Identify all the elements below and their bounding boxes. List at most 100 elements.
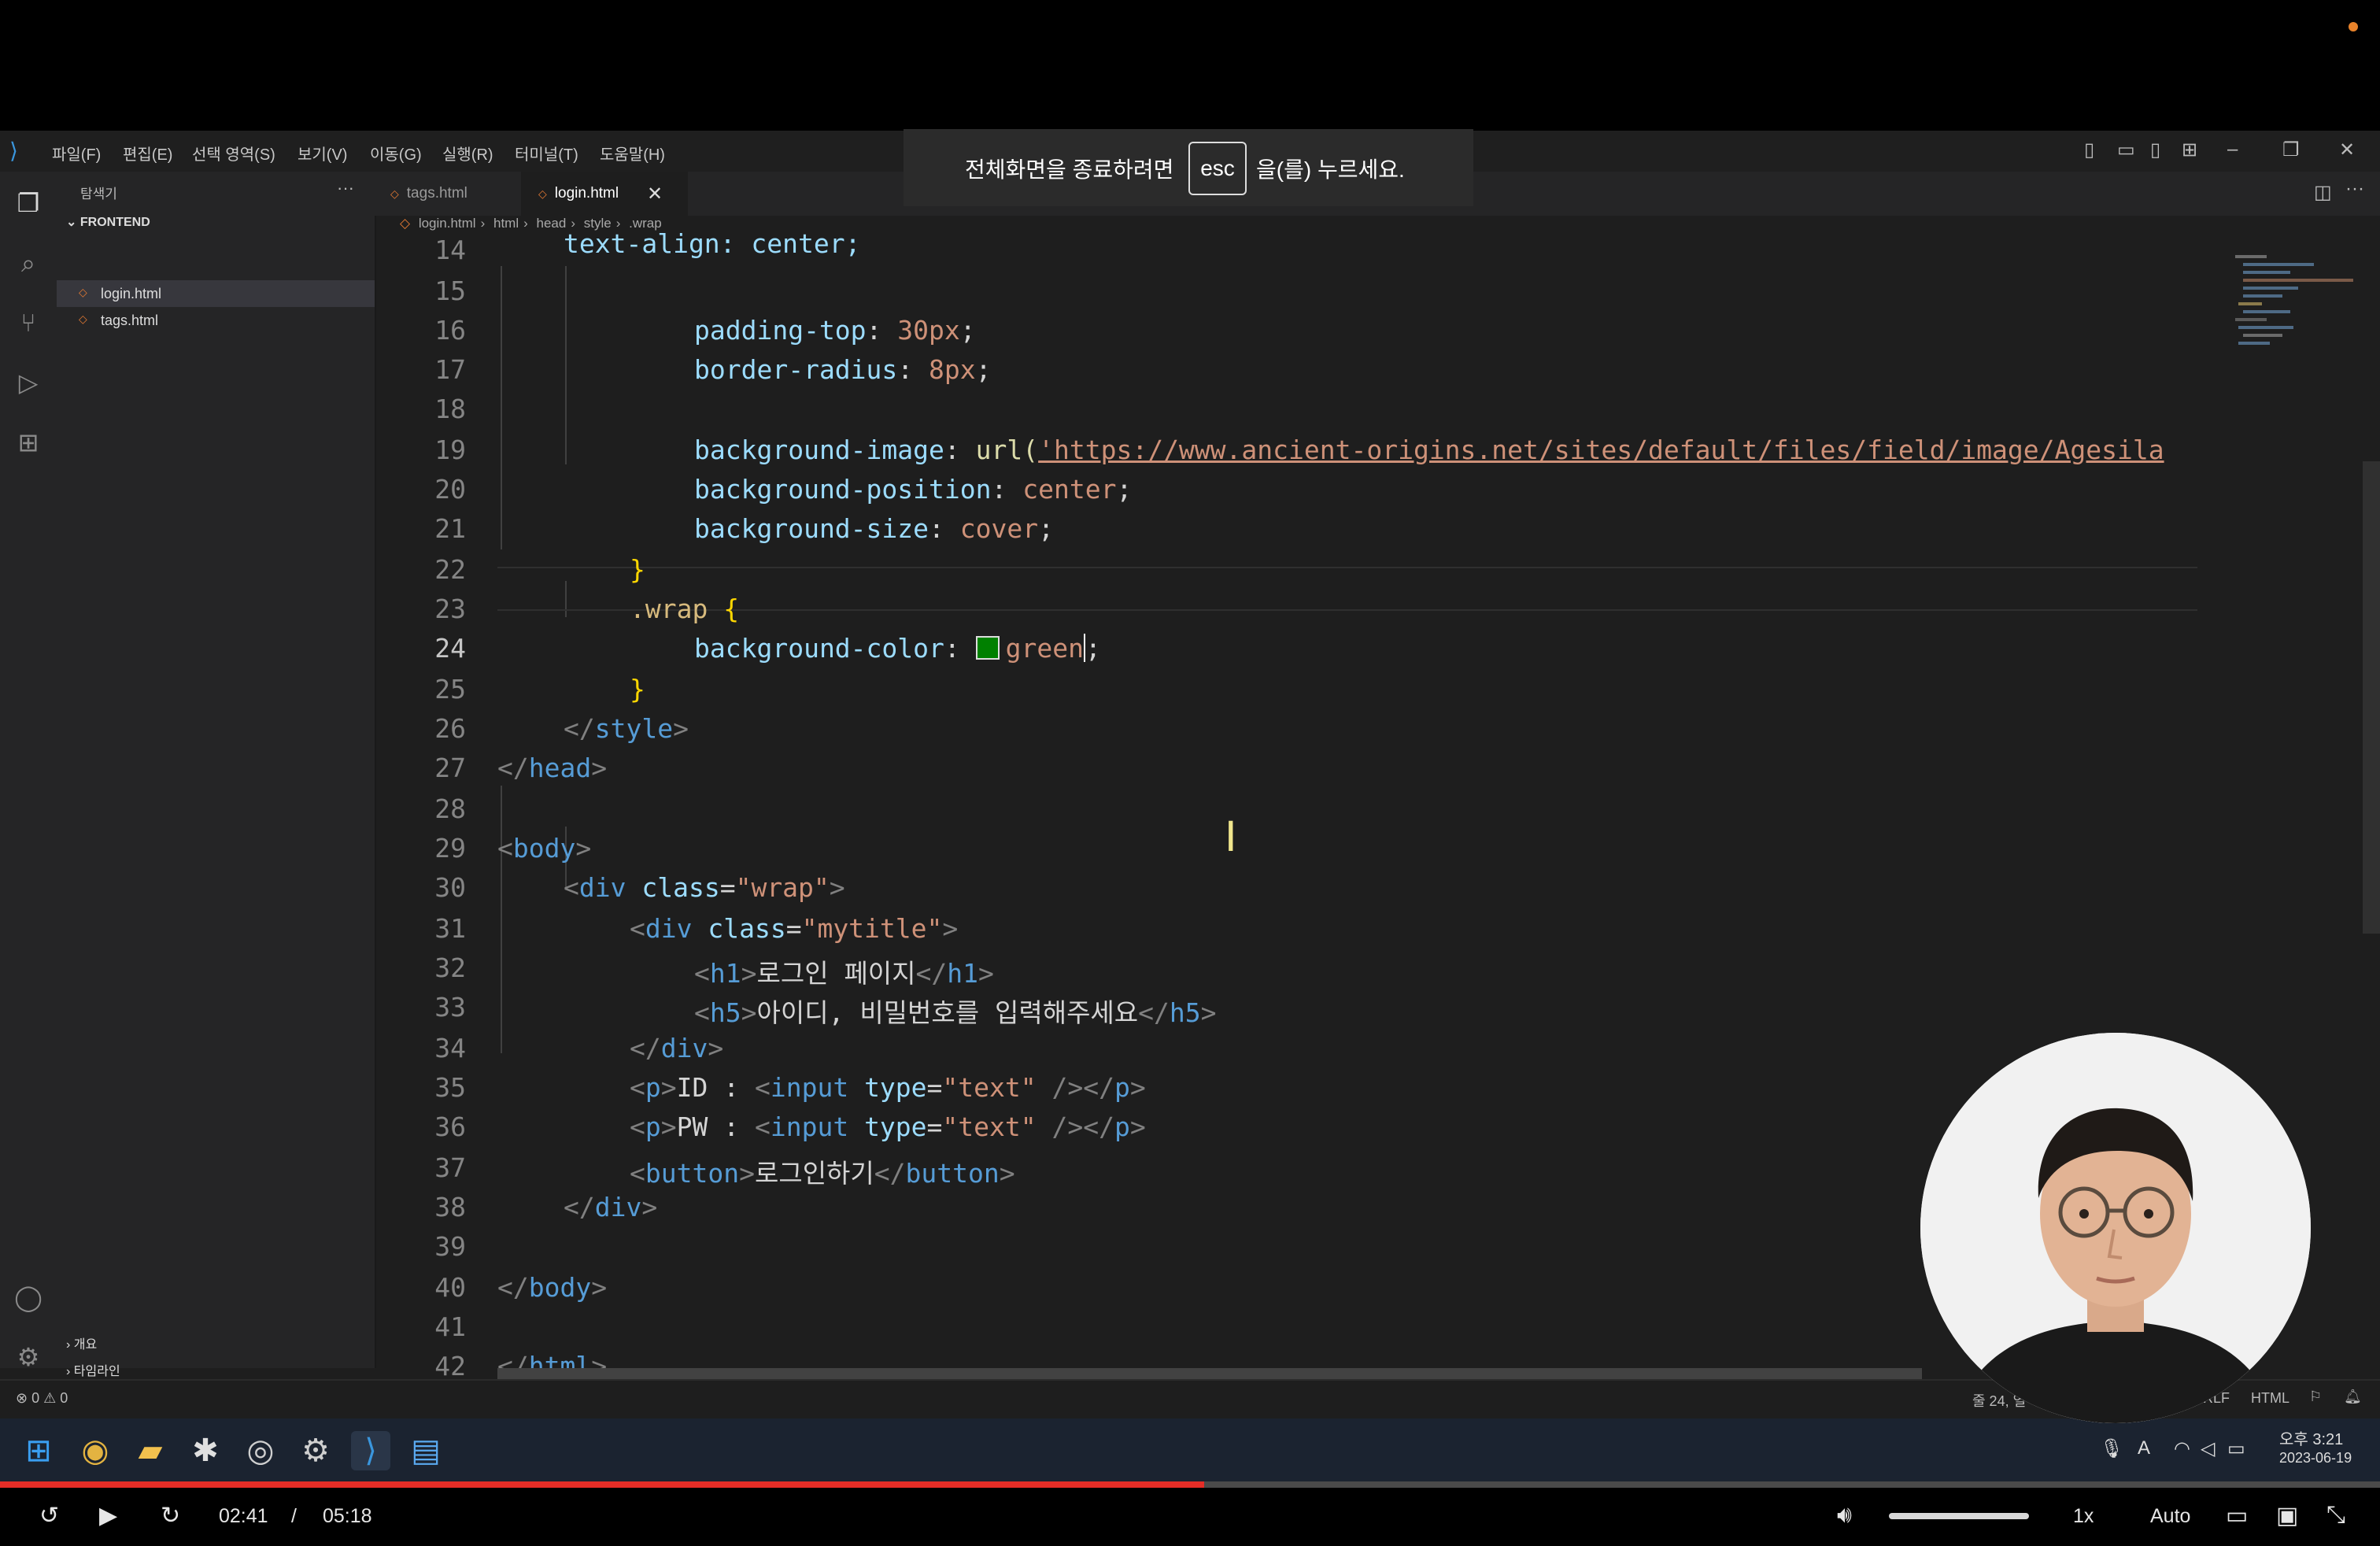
code-token: button <box>645 1158 740 1189</box>
code-token: body <box>528 1272 592 1303</box>
code-line-21: background-size: cover; <box>694 513 1054 544</box>
restore-icon[interactable]: ❐ <box>2282 139 2300 161</box>
line-number: 28 <box>434 793 466 824</box>
more-actions-icon[interactable]: ··· <box>337 178 354 198</box>
file-item-login[interactable]: ◇ login.html <box>57 280 375 307</box>
code-line-29: <body> <box>497 833 592 864</box>
brace: } <box>630 554 645 585</box>
code-line-25: } <box>630 674 645 705</box>
minimap[interactable] <box>2227 249 2361 406</box>
code-token: cover <box>959 513 1039 544</box>
vscode-taskbar-icon[interactable]: ⟩ <box>351 1431 390 1470</box>
menu-edit[interactable]: 편집(E) <box>123 142 172 165</box>
menu-help[interactable]: 도움말(H) <box>600 142 665 165</box>
volume-icon[interactable]: 🔊︎ <box>1837 1502 1852 1529</box>
input-method-icon[interactable]: A <box>2138 1437 2150 1459</box>
menu-view[interactable]: 보기(V) <box>298 142 347 165</box>
tab-tags-html[interactable]: ◇ tags.html <box>390 172 524 216</box>
code-token: div <box>578 872 626 903</box>
breadcrumb-item[interactable]: html <box>493 216 519 231</box>
problems-indicator[interactable]: ⊗ 0 ⚠ 0 <box>16 1390 68 1407</box>
run-debug-icon[interactable]: ▷ <box>13 367 44 398</box>
account-icon[interactable]: ◯ <box>13 1282 44 1313</box>
quality-setting[interactable]: Auto <box>2150 1505 2190 1528</box>
exit-fullscreen-icon[interactable]: ⤡ <box>2326 1502 2345 1529</box>
rewind-10-icon[interactable]: ↺ <box>39 1502 59 1529</box>
code-token: background-position <box>694 474 992 505</box>
line-number: 32 <box>434 952 466 983</box>
slack-icon[interactable]: ✱ <box>186 1431 225 1470</box>
playback-speed[interactable]: 1x <box>2073 1505 2094 1528</box>
clock-date[interactable]: 2023-06-19 <box>2279 1450 2352 1466</box>
language-mode[interactable]: HTML <box>2251 1390 2289 1407</box>
current-time: 02:41 <box>219 1505 268 1527</box>
folder-frontend[interactable]: ⌄ FRONTEND <box>66 214 150 230</box>
menu-go[interactable]: 이동(G) <box>370 142 422 165</box>
close-tab-icon[interactable]: ✕ <box>647 183 663 205</box>
minimize-icon[interactable]: – <box>2227 139 2238 161</box>
url-link[interactable]: 'https://www.ancient-origins.net/sites/d… <box>1038 435 2164 465</box>
split-editor-icon[interactable]: ◫ <box>2314 181 2332 204</box>
timeline-section[interactable]: › 타임라인 <box>66 1360 120 1379</box>
outline-section[interactable]: › 개요 <box>66 1333 97 1352</box>
search-icon[interactable]: ⌕ <box>13 247 44 279</box>
extensions-icon[interactable]: ⊞ <box>13 427 44 458</box>
code-token: h1 <box>947 958 979 989</box>
forward-10-icon[interactable]: ↻ <box>161 1502 180 1529</box>
chrome-icon[interactable]: ◉ <box>76 1431 115 1470</box>
settings-icon[interactable]: ⚙ <box>296 1431 335 1470</box>
file-explorer-icon[interactable]: ▰ <box>131 1431 170 1470</box>
code-line-26: </style> <box>564 713 689 744</box>
play-icon[interactable]: ▶ <box>99 1502 117 1529</box>
explorer-icon[interactable]: ❐ <box>13 187 44 219</box>
source-control-icon[interactable]: ⑂ <box>13 307 44 338</box>
menu-file[interactable]: 파일(F) <box>52 142 101 165</box>
wifi-icon[interactable]: ◠ <box>2174 1437 2190 1460</box>
toggle-sidebar-icon[interactable]: ▯ <box>2084 139 2094 161</box>
code-line-14: text-align: center; <box>564 228 861 259</box>
notifications-bell-icon[interactable]: 🔔︎ <box>2344 1389 2362 1405</box>
code-token: p <box>645 1072 661 1103</box>
editor-more-icon[interactable]: ··· <box>2345 178 2364 200</box>
settings-gear-icon[interactable]: ⚙ <box>13 1341 44 1373</box>
line-number: 29 <box>434 833 466 864</box>
feedback-icon[interactable]: ⚐ <box>2309 1389 2322 1405</box>
file-item-tags[interactable]: ◇ tags.html <box>57 307 375 334</box>
menu-selection[interactable]: 선택 영역(S) <box>192 142 275 165</box>
brace: { <box>723 594 740 624</box>
line-number: 35 <box>434 1072 466 1103</box>
activity-bar: ❐ ⌕ ⑂ ▷ ⊞ ◯ ⚙ <box>0 172 57 1371</box>
code-token: 아이디, 비밀번호를 입력해주세요 <box>756 997 1139 1028</box>
breadcrumb-item[interactable]: head <box>537 216 567 231</box>
video-controls: ↺ ▶ ↻ 02:41 / 05:18 🔊︎ 1x Auto ▭ ▣ ⤡ <box>0 1488 2380 1546</box>
volume-slider[interactable] <box>1889 1513 2029 1519</box>
notepad-icon[interactable]: ▤ <box>406 1431 445 1470</box>
layout-icon[interactable]: ⊞ <box>2182 139 2197 161</box>
subtitles-icon[interactable]: ▭ <box>2226 1502 2248 1529</box>
code-token: div <box>594 1192 642 1222</box>
toggle-secondary-sidebar-icon[interactable]: ▯ <box>2150 139 2160 161</box>
close-window-icon[interactable]: ✕ <box>2339 139 2355 161</box>
battery-icon[interactable]: ▭ <box>2227 1437 2245 1460</box>
menu-run[interactable]: 실행(R) <box>442 142 493 165</box>
html-file-icon: ◇ <box>390 187 399 200</box>
volume-icon[interactable]: ◁ <box>2201 1437 2215 1460</box>
toggle-panel-icon[interactable]: ▭ <box>2117 139 2135 161</box>
windows-start-icon[interactable]: ⊞ <box>19 1431 58 1470</box>
line-number: 25 <box>434 674 466 705</box>
code-token: h5 <box>1169 997 1201 1028</box>
line-number: 31 <box>434 913 466 944</box>
windows-taskbar: ⊞ ◉ ▰ ✱ ◎ ⚙ ⟩ ▤ 🎙︎ A ◠ ◁ ▭ 오후 3:21 2023-… <box>0 1418 2380 1483</box>
microphone-icon[interactable]: 🎙︎ <box>2100 1437 2123 1460</box>
code-token: 로그인하기 <box>754 1158 874 1189</box>
breadcrumb-item[interactable]: login.html <box>419 216 476 231</box>
menu-terminal[interactable]: 터미널(T) <box>515 142 578 165</box>
video-top-area <box>0 0 2380 131</box>
clock-time[interactable]: 오후 3:21 <box>2279 1426 2343 1449</box>
obs-icon[interactable]: ◎ <box>241 1431 280 1470</box>
theater-mode-icon[interactable]: ▣ <box>2276 1502 2298 1529</box>
color-swatch-icon[interactable] <box>975 636 1000 660</box>
code-token: background-image <box>694 435 944 465</box>
vertical-scrollbar[interactable] <box>2363 461 2380 934</box>
tab-login-html[interactable]: ◇ login.html <box>521 172 688 216</box>
